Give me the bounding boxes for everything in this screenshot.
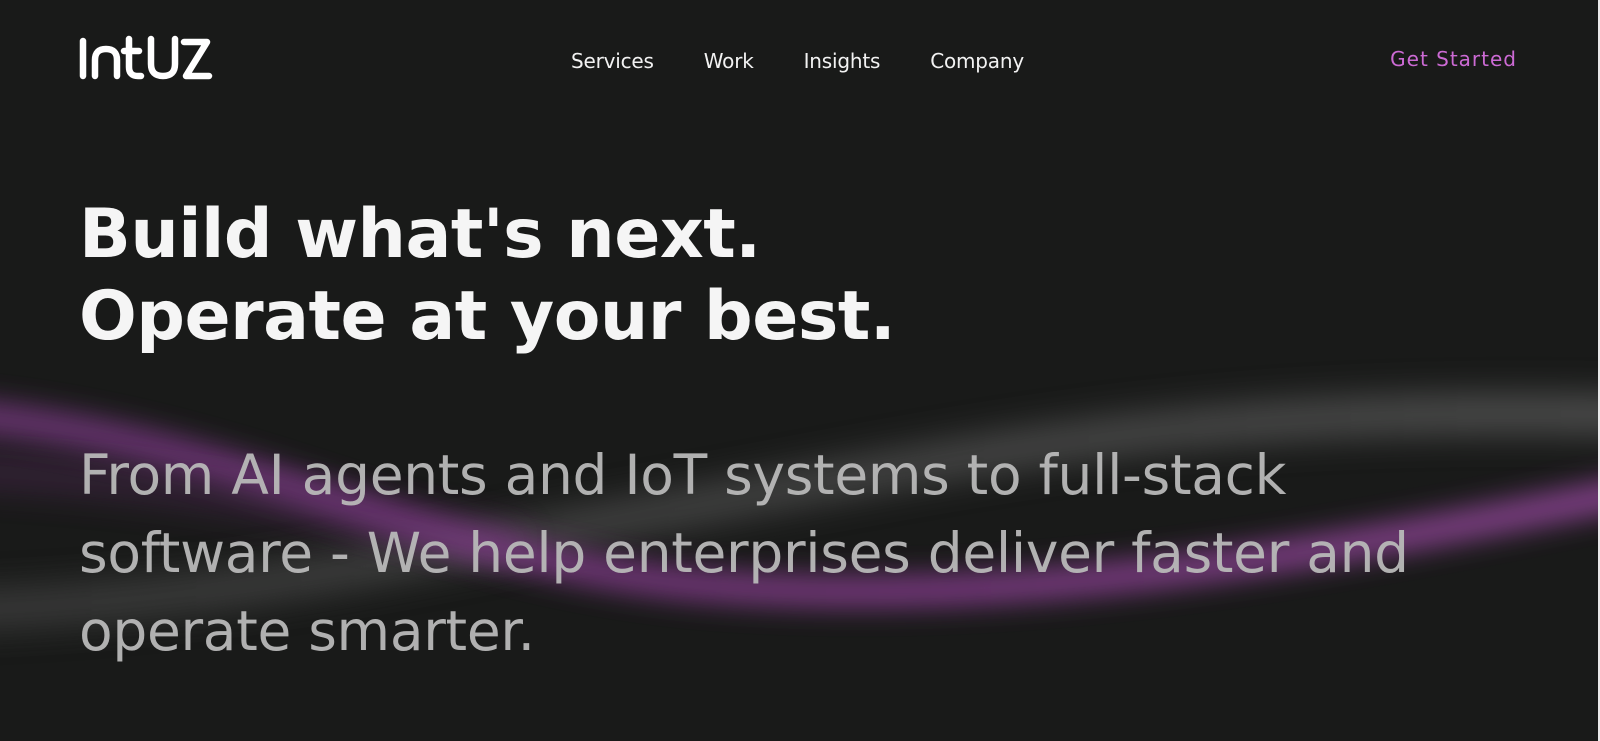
hero-headline: Build what's next. Operate at your best. (79, 194, 896, 358)
hero-subheadline: From AI agents and IoT systems to full-s… (79, 443, 1409, 663)
nav-item-company[interactable]: Company (930, 49, 1024, 73)
hero-headline-line-1: Build what's next. (79, 195, 761, 274)
nav-item-insights[interactable]: Insights (804, 49, 881, 73)
main-nav: Services Work Insights Company (571, 47, 1024, 75)
nav-item-services[interactable]: Services (571, 49, 654, 73)
get-started-link[interactable]: Get Started (1390, 47, 1517, 71)
hero-headline-line-2: Operate at your best. (79, 277, 896, 356)
nav-item-work[interactable]: Work (704, 49, 754, 73)
page: Services Work Insights Company Get Start… (0, 0, 1600, 741)
site-header: Services Work Insights Company Get Start… (0, 0, 1600, 120)
intuz-logo[interactable] (79, 34, 213, 84)
